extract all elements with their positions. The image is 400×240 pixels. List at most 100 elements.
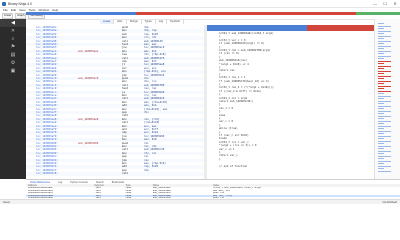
minimap-line (378, 40, 391, 42)
menu-tools[interactable]: Tools (28, 8, 35, 12)
hlil-row[interactable]: // end of function (207, 165, 374, 168)
minimap-line (378, 70, 391, 72)
disassembly-pane[interactable]: loc_140003a8c: push rbp loc_140003a8e: mov rb… (26, 25, 204, 179)
heat-segment (356, 12, 400, 15)
minimap-line (378, 25, 391, 27)
minimap-line (378, 80, 391, 82)
minimap-line (378, 68, 384, 69)
minimap-line (378, 90, 391, 92)
minimap-line (378, 50, 391, 52)
minimap-line (378, 155, 391, 157)
minimap-line (378, 83, 384, 84)
minimap-line (378, 103, 384, 104)
minimap-line (378, 48, 384, 49)
menu-edit[interactable]: Edit (11, 8, 16, 12)
minimap-line (378, 145, 391, 147)
minimap-line (378, 33, 384, 34)
minimap-line (378, 113, 384, 114)
window-controls: — ☐ ✕ (370, 0, 400, 7)
minimap-line (378, 160, 391, 162)
minimap-line (378, 140, 391, 142)
minimap-line (378, 88, 384, 89)
plugin-icon[interactable]: ▣ (0, 67, 26, 75)
menu-window[interactable]: Window (38, 8, 49, 12)
disasm-mnemonic: retn (122, 172, 129, 176)
tab-linear[interactable]: Linear (100, 19, 115, 24)
status-right: 0x140003ae8 (382, 200, 398, 204)
menu-help[interactable]: Help (52, 8, 58, 12)
heat-segment (26, 12, 136, 15)
view-graph-button[interactable]: Graph (15, 12, 27, 19)
overview-heat-strip[interactable] (26, 12, 400, 15)
minimap-line (378, 118, 384, 119)
tab-strings[interactable]: Strings (127, 19, 142, 24)
status-bar: Ready 0x140003ae8 (0, 199, 400, 204)
minimap-line (378, 73, 384, 74)
minimap-line (378, 148, 384, 149)
minimap-line (378, 100, 391, 102)
minimap-line (378, 53, 384, 54)
minimap[interactable] (374, 19, 400, 179)
minimap-line (378, 158, 384, 159)
cross-ref-icon[interactable]: ✕ (0, 27, 26, 35)
minimap-line (378, 105, 391, 107)
hlil-text: // end of function (219, 164, 248, 168)
minimap-line (378, 63, 384, 64)
minimap-line (378, 60, 391, 62)
header-strip-segment (307, 25, 374, 31)
window-title: Binary Ninja 4.0 (8, 1, 32, 6)
minimap-line (378, 170, 391, 172)
minimap-line (378, 110, 391, 112)
minimap-line (378, 93, 384, 94)
minimap-line (378, 30, 391, 32)
decompiled-header-strip (207, 25, 374, 31)
minimap-line (378, 163, 384, 164)
minimap-line (378, 85, 391, 87)
minimap-line (378, 115, 391, 117)
disasm-row[interactable]: loc_140003b18: retn (26, 172, 204, 176)
minimap-line (378, 58, 384, 59)
minimap-line (378, 28, 384, 29)
minimap-line (378, 133, 384, 134)
tag-icon[interactable]: ⚑ (0, 43, 26, 51)
minimap-line (378, 43, 384, 44)
minimap-line (378, 65, 391, 67)
maximize-button[interactable]: ☐ (380, 0, 390, 7)
minimap-line (378, 128, 384, 129)
minimap-line (378, 108, 384, 109)
minimap-line (378, 130, 391, 132)
minimap-line (378, 45, 391, 47)
minimap-line (378, 98, 384, 99)
menu-view[interactable]: View (19, 8, 25, 12)
tab-types[interactable]: Types (142, 19, 156, 24)
minimap-line (378, 123, 384, 124)
minimap-line (378, 135, 391, 137)
minimap-line (378, 120, 391, 122)
heat-segment (136, 12, 356, 15)
left-icon-rail: ◀ ✕ ⌕ ⚑ ▤ ⚙ ▣ (0, 19, 26, 179)
minimap-line (378, 165, 391, 167)
back-icon[interactable]: ◀ (0, 19, 26, 27)
minimap-line (378, 168, 384, 169)
header-strip-segment (207, 25, 307, 31)
status-left: Ready (3, 200, 10, 204)
tab-symbols[interactable]: Symbols (167, 19, 184, 24)
minimize-button[interactable]: — (370, 0, 380, 7)
search-icon[interactable]: ⌕ (0, 35, 26, 43)
menu-file[interactable]: File (3, 8, 8, 12)
view-tabs: Linear HLIL Strings Types Log Symbols (100, 19, 184, 24)
minimap-line (378, 78, 384, 79)
decompiled-pane[interactable]: int64_t sub_140003a8c(int64_t arg1){ int… (207, 25, 374, 179)
minimap-line (378, 55, 391, 57)
minimap-line (378, 150, 391, 152)
view-linear-button[interactable]: Linear (2, 12, 14, 19)
tab-log[interactable]: Log (156, 19, 168, 24)
disasm-address: loc_140003b18: (36, 172, 58, 176)
minimap-line (378, 35, 391, 37)
types-icon[interactable]: ▤ (0, 51, 26, 59)
minimap-line (378, 23, 384, 24)
app-logo-icon (2, 1, 6, 6)
settings-icon[interactable]: ⚙ (0, 59, 26, 67)
close-button[interactable]: ✕ (390, 0, 400, 7)
tab-hlil[interactable]: HLIL (114, 19, 127, 24)
